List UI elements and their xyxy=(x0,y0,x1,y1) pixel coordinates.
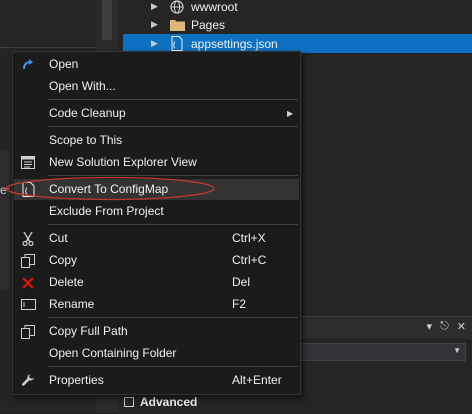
json-file-icon xyxy=(169,36,185,52)
menu-item-label: Properties xyxy=(49,373,104,387)
tree-item-label: wwwroot xyxy=(191,0,238,14)
expand-chevron-icon[interactable]: ▶ xyxy=(151,1,163,12)
menu-item-open-with[interactable]: Open With... xyxy=(14,76,299,97)
menu-item-copy[interactable]: Copy Ctrl+C xyxy=(14,250,299,271)
menu-item-label: Copy xyxy=(49,253,78,267)
menu-item-cut[interactable]: Cut Ctrl+X xyxy=(14,228,299,249)
left-pane-divider xyxy=(0,47,96,48)
menu-item-label: Open xyxy=(49,57,79,71)
menu-separator xyxy=(48,366,298,367)
collapse-box-icon[interactable] xyxy=(124,397,134,407)
menu-item-delete[interactable]: Delete Del xyxy=(14,272,299,293)
menu-item-copy-full-path[interactable]: Copy Full Path xyxy=(14,321,299,342)
new-view-icon xyxy=(19,154,37,171)
dropdown-arrow-icon[interactable]: ▾ xyxy=(427,320,433,333)
copy-path-icon xyxy=(19,323,37,340)
pin-icon[interactable]: ⎋ xyxy=(440,320,449,333)
globe-icon xyxy=(169,0,185,15)
properties-section-advanced[interactable]: Advanced xyxy=(124,393,197,411)
chevron-down-icon: ▼ xyxy=(453,346,461,355)
menu-item-label: Scope to This xyxy=(49,133,123,147)
wrench-icon xyxy=(19,372,37,389)
folder-icon xyxy=(169,17,185,33)
menu-separator xyxy=(48,99,298,100)
menu-item-shortcut: Alt+Enter xyxy=(232,373,282,387)
context-menu: Open Open With... Code Cleanup ▶ Scope t… xyxy=(12,51,301,395)
expand-chevron-icon[interactable]: ▶ xyxy=(151,19,163,30)
menu-item-label: Open Containing Folder xyxy=(49,346,177,360)
scissors-icon xyxy=(19,230,37,247)
menu-item-open-containing-folder[interactable]: Open Containing Folder xyxy=(14,343,299,364)
scrollbar-thumb[interactable] xyxy=(102,0,112,40)
menu-item-label: Convert To ConfigMap xyxy=(49,182,169,196)
menu-item-label: Open With... xyxy=(49,79,116,93)
menu-item-convert-to-configmap[interactable]: Convert To ConfigMap xyxy=(14,179,299,200)
close-icon[interactable]: ✕ xyxy=(457,320,466,333)
menu-item-properties[interactable]: Properties Alt+Enter xyxy=(14,370,299,391)
menu-item-shortcut: F2 xyxy=(232,297,247,311)
menu-item-shortcut: Ctrl+C xyxy=(232,253,267,267)
menu-item-rename[interactable]: Rename F2 xyxy=(14,294,299,315)
copy-icon xyxy=(19,252,37,269)
delete-x-icon xyxy=(19,274,37,291)
menu-item-scope-to-this[interactable]: Scope to This xyxy=(14,130,299,151)
expand-chevron-icon[interactable]: ▶ xyxy=(151,38,163,49)
menu-item-label: New Solution Explorer View xyxy=(49,155,197,169)
menu-separator xyxy=(48,317,298,318)
tree-item-pages[interactable]: ▶ Pages xyxy=(123,15,472,34)
left-pane-truncated-text: e xyxy=(0,183,7,197)
menu-item-new-solution-explorer-view[interactable]: New Solution Explorer View xyxy=(14,152,299,173)
open-arrow-icon xyxy=(19,56,37,73)
menu-separator xyxy=(48,224,298,225)
tree-item-wwwroot[interactable]: ▶ wwwroot xyxy=(123,0,472,16)
menu-item-label: Copy Full Path xyxy=(49,324,128,338)
menu-item-label: Rename xyxy=(49,297,95,311)
properties-window-controls: ▾ ⎋ ✕ xyxy=(427,320,466,333)
menu-item-label: Exclude From Project xyxy=(49,204,164,218)
menu-item-exclude-from-project[interactable]: Exclude From Project xyxy=(14,201,299,222)
menu-item-code-cleanup[interactable]: Code Cleanup ▶ xyxy=(14,103,299,124)
menu-item-label: Delete xyxy=(49,275,84,289)
left-pane-edge xyxy=(0,150,10,290)
submenu-arrow-icon: ▶ xyxy=(287,109,294,118)
tree-item-label: appsettings.json xyxy=(191,36,278,51)
configmap-icon xyxy=(19,181,37,198)
tree-item-label: Pages xyxy=(191,17,226,32)
menu-item-label: Code Cleanup xyxy=(49,106,126,120)
menu-separator xyxy=(48,126,298,127)
menu-item-label: Cut xyxy=(49,231,68,245)
section-label: Advanced xyxy=(140,395,198,409)
menu-item-shortcut: Del xyxy=(232,275,251,289)
rename-icon xyxy=(19,296,37,313)
menu-separator xyxy=(48,175,298,176)
menu-item-open[interactable]: Open xyxy=(14,54,299,75)
menu-item-shortcut: Ctrl+X xyxy=(232,231,266,245)
